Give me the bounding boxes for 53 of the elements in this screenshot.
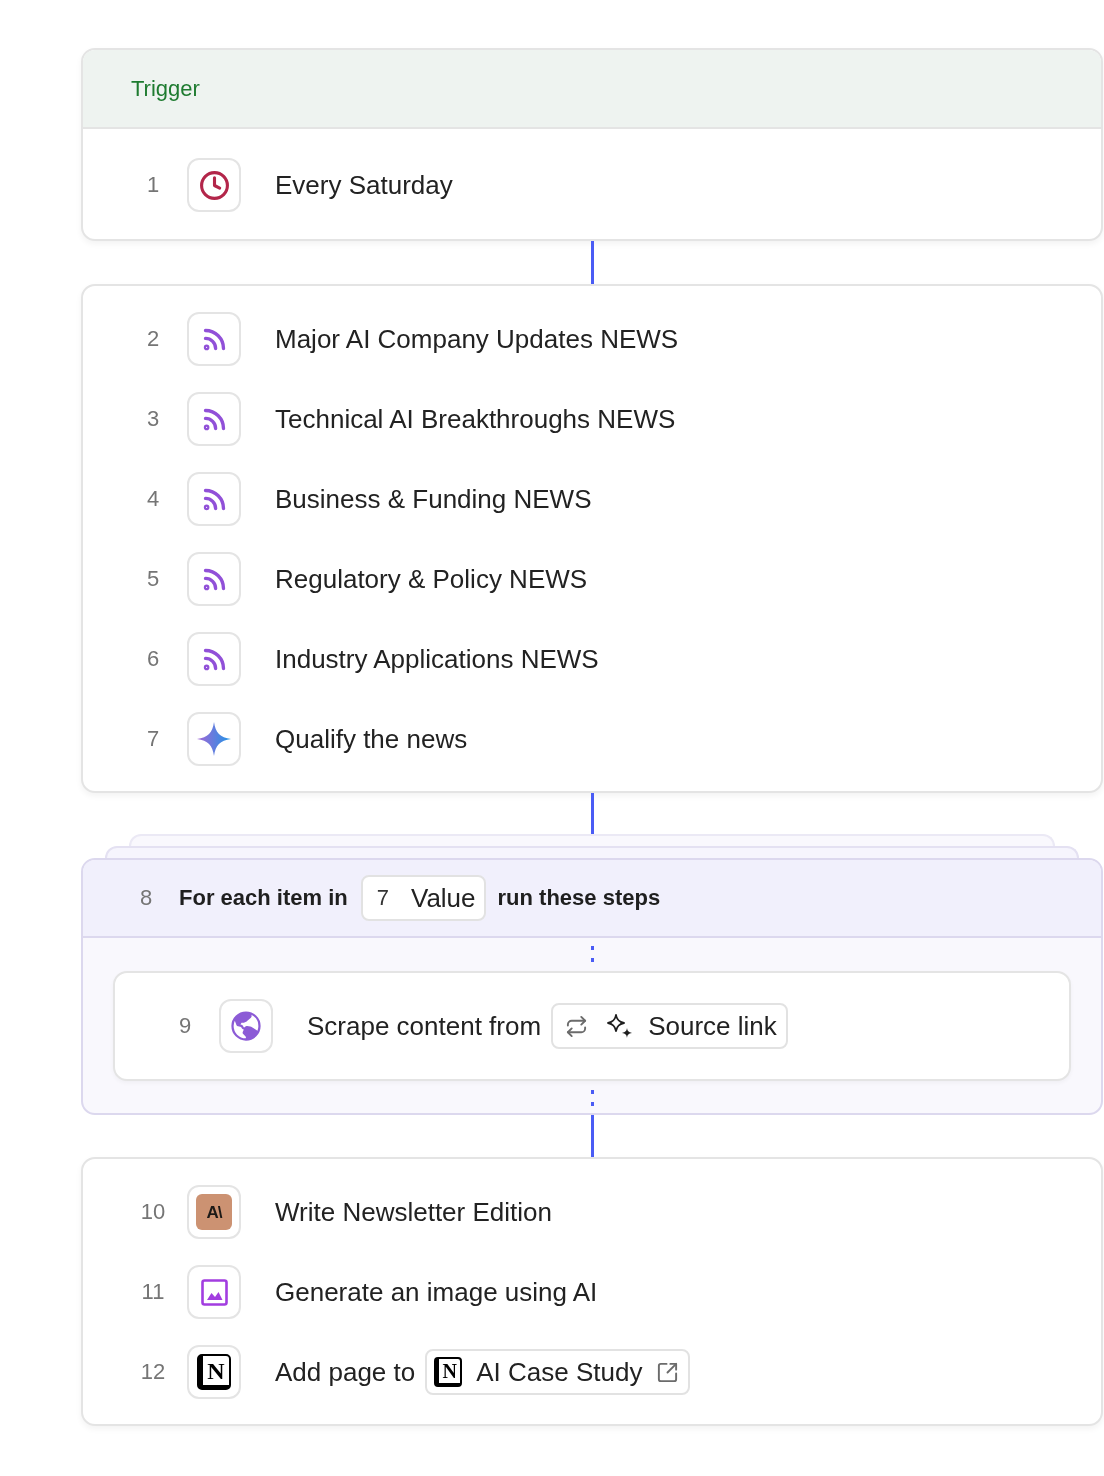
- reference-chip[interactable]: 7 Value: [360, 875, 486, 921]
- step-title: Generate an image using AI: [275, 1279, 598, 1305]
- step-number: 8: [138, 887, 154, 909]
- sparkle-icon: [607, 1014, 634, 1038]
- step-title: Technical AI Breakthroughs NEWS: [275, 406, 676, 432]
- n-logo-icon: N: [187, 1345, 241, 1399]
- dotted-connector: [590, 1090, 594, 1106]
- step-title: Regulatory & Policy NEWS: [275, 566, 588, 592]
- step-number: 3: [145, 408, 161, 430]
- step-title: Business & Funding NEWS: [275, 486, 592, 512]
- rss-icon: [187, 472, 241, 526]
- connector-line: [590, 793, 594, 834]
- loop-text: run these steps: [497, 887, 661, 909]
- step-number: 11: [140, 1281, 166, 1303]
- n-logo-icon: N: [434, 1357, 463, 1387]
- external-link-icon: [656, 1360, 680, 1384]
- variable-chip[interactable]: Source link: [551, 1003, 788, 1049]
- rss-icon: [187, 632, 241, 686]
- rss-icon: [187, 312, 241, 366]
- a-logo-icon: A\: [187, 1185, 241, 1239]
- step-number: 1: [145, 174, 161, 196]
- globe-icon: [219, 999, 273, 1053]
- step-title: Industry Applications NEWS: [275, 646, 599, 672]
- sparkle-icon: [187, 712, 241, 766]
- step-title: Scrape content from: [307, 1013, 542, 1039]
- reference-label: Value: [410, 885, 476, 911]
- step-number: 12: [139, 1361, 167, 1383]
- step-title: Add page to: [275, 1359, 416, 1385]
- chip-label: Source link: [648, 1013, 777, 1039]
- step-number: 6: [145, 648, 161, 670]
- reference-number: 7: [376, 887, 389, 909]
- swap-arrows-icon: [565, 1014, 589, 1038]
- page-link-chip[interactable]: N AI Case Study: [425, 1349, 691, 1395]
- step-title: Qualify the news: [275, 726, 468, 752]
- connector-line: [590, 1115, 594, 1157]
- step-number: 2: [145, 328, 161, 350]
- connector-line: [590, 241, 594, 284]
- step-number: 10: [139, 1201, 167, 1223]
- clock-icon: [187, 158, 241, 212]
- image-icon: [187, 1265, 241, 1319]
- step-title: Major AI Company Updates NEWS: [275, 326, 679, 352]
- loop-text: For each item in: [179, 887, 348, 909]
- rss-icon: [187, 392, 241, 446]
- dotted-connector: [590, 946, 594, 962]
- step-number: 5: [145, 568, 161, 590]
- step-title: Write Newsletter Edition: [275, 1199, 552, 1225]
- chip-label: AI Case Study: [476, 1359, 643, 1385]
- step-number: 4: [145, 488, 161, 510]
- section-title: Trigger: [131, 77, 200, 100]
- step-number: 9: [177, 1015, 193, 1037]
- rss-icon: [187, 552, 241, 606]
- step-number: 7: [145, 728, 161, 750]
- step-title: Every Saturday: [275, 172, 453, 198]
